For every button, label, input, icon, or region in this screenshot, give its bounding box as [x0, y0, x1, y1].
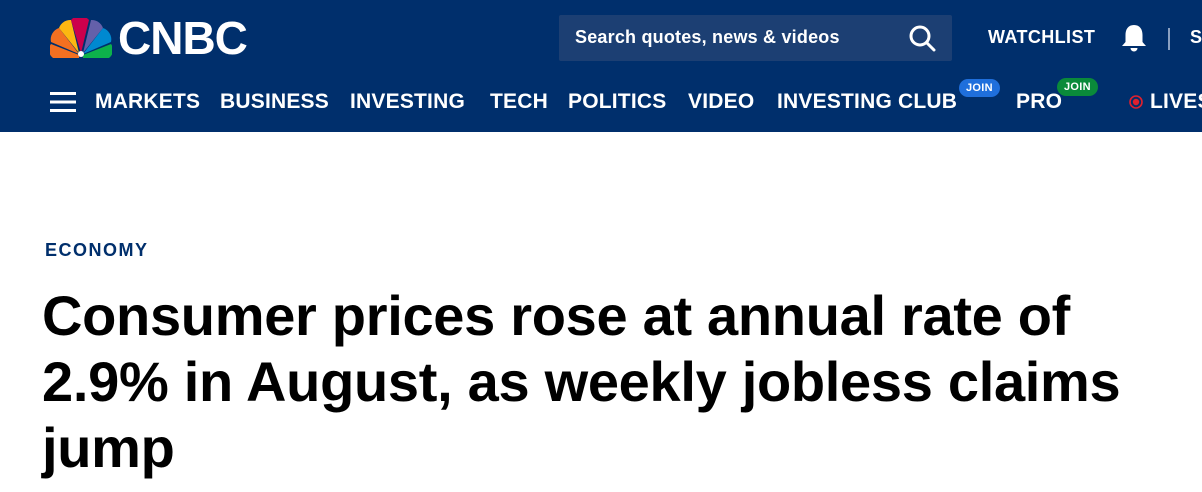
nav-item-politics[interactable]: POLITICS	[568, 90, 666, 114]
site-header: CNBC Search quotes, news & videos WATCHL…	[0, 0, 1202, 132]
pro-join-badge[interactable]: JOIN	[1057, 78, 1098, 96]
nav-item-video[interactable]: VIDEO	[688, 90, 754, 114]
article-category-link[interactable]: ECONOMY	[45, 240, 149, 261]
nav-item-pro[interactable]: PRO	[1016, 90, 1062, 114]
peacock-logo-icon	[50, 18, 112, 58]
nav-item-investing[interactable]: INVESTING	[350, 90, 465, 114]
cnbc-logo[interactable]: CNBC	[50, 12, 248, 64]
nav-item-livestream[interactable]: LIVES	[1150, 90, 1202, 114]
nav-item-investing-club[interactable]: INVESTING CLUB	[777, 90, 957, 114]
brand-name: CNBC	[118, 12, 248, 64]
watchlist-link[interactable]: WATCHLIST	[988, 27, 1095, 48]
nav-item-markets[interactable]: MARKETS	[95, 90, 200, 114]
nav-item-tech[interactable]: TECH	[490, 90, 548, 114]
search-icon[interactable]	[908, 24, 936, 52]
search-bar[interactable]: Search quotes, news & videos	[559, 15, 952, 61]
live-dot-icon	[1129, 95, 1143, 109]
search-input-placeholder[interactable]: Search quotes, news & videos	[575, 27, 840, 48]
nav-item-business[interactable]: BUSINESS	[220, 90, 329, 114]
header-truncated-link[interactable]: S	[1190, 27, 1202, 48]
article-headline: Consumer prices rose at annual rate of 2…	[42, 284, 1121, 479]
header-divider	[1168, 28, 1170, 50]
investing-club-join-badge[interactable]: JOIN	[959, 79, 1000, 97]
hamburger-menu-icon[interactable]	[50, 90, 76, 114]
bell-icon[interactable]	[1118, 22, 1150, 54]
